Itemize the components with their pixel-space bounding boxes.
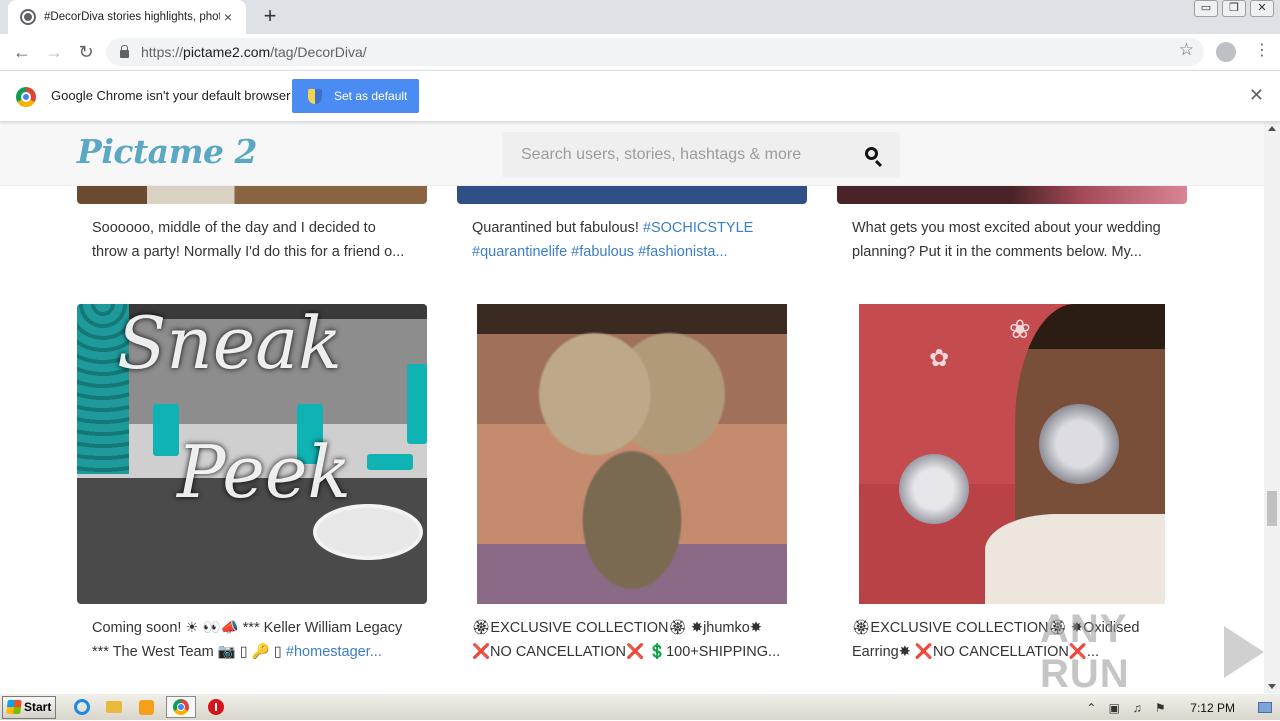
scroll-down-arrow-icon[interactable] [1268,684,1276,689]
set-as-default-button[interactable]: Set as default [292,79,419,113]
post-image[interactable]: Sneak Peek [77,304,427,604]
hashtag-link[interactable]: #homestager... [286,644,382,660]
browser-menu-icon[interactable]: ⋮ [1254,40,1270,60]
play-icon [1224,626,1264,678]
show-desktop-icon[interactable] [1258,702,1272,713]
post-image[interactable]: ✿ ❀ [837,304,1187,604]
media-player-icon [138,699,154,715]
volume-icon[interactable]: ♫ [1130,701,1144,715]
window-controls: ▭ ❐ ✕ [1194,0,1274,17]
scrollbar-thumb[interactable] [1267,491,1277,526]
caption-text: Quarantined but fabulous! [472,220,643,236]
url-scheme: https:// [141,44,184,60]
post-card[interactable]: 🏵EXCLUSIVE COLLECTION🏵 ✸jhumko✸ ❌NO CANC… [457,304,807,664]
search-input[interactable] [502,132,842,178]
earring-shape [899,454,969,524]
image-overlay-text: Sneak Peek [117,304,351,512]
uac-shield-icon [308,88,322,104]
post-card[interactable]: Sneak Peek Coming soon! ☀ 👀📣 *** Keller … [77,304,427,664]
anyrun-watermark: ANY RUN [1040,607,1264,693]
infobar-close-icon[interactable]: ✕ [1249,85,1264,106]
site-logo[interactable]: Pictame 2 [77,132,257,171]
clock[interactable]: 7:12 PM [1190,701,1235,715]
url-path: /tag/DecorDiva/ [270,44,367,60]
search-icon[interactable] [865,147,878,160]
address-bar[interactable]: https://pictame2.com/tag/DecorDiva/ [106,38,1204,66]
earring-shape [1039,404,1119,484]
post-caption: Soooooo, middle of the day and I decided… [77,216,427,264]
set-as-default-label: Set as default [334,89,408,103]
page-scrollbar[interactable] [1264,122,1280,693]
site-search [502,132,900,178]
browser-tab[interactable]: #DecorDiva stories highlights, photo × [8,0,246,34]
restore-button[interactable]: ❐ [1222,0,1246,17]
default-browser-infobar: Google Chrome isn't your default browser… [0,70,1280,122]
network-icon[interactable]: ▣ [1107,701,1121,715]
folder-icon [106,701,122,713]
pictame-favicon-icon [20,9,36,25]
tab-strip: #DecorDiva stories highlights, photo × +… [0,0,1280,34]
back-button[interactable]: ← [10,40,34,64]
bookmark-star-icon[interactable]: ☆ [1179,40,1194,60]
dress-shape [985,514,1165,604]
post-caption: Quarantined but fabulous! #SOCHICSTYLE #… [457,216,807,264]
post-caption: Coming soon! ☀ 👀📣 *** Keller William Leg… [77,616,427,664]
towel-shape [407,364,427,444]
minimize-button[interactable]: ▭ [1194,0,1218,17]
system-tray: ⌃ ▣ ♫ ⚑ 7:12 PM [1084,694,1280,721]
stop-icon [208,699,224,715]
scroll-up-arrow-icon[interactable] [1268,126,1276,131]
caption-text: Soooooo, middle of the day and I decided… [92,220,405,260]
quick-launch [70,696,228,718]
watermark-text: ANY RUN [1040,607,1130,693]
lock-icon [120,44,129,58]
caption-text: 🏵EXCLUSIVE COLLECTION🏵 ✸jhumko✸ ❌NO CANC… [472,620,781,660]
url-host: pictame2.com [183,44,271,60]
page-viewport: Soooooo, middle of the day and I decided… [0,122,1264,693]
windows-logo-icon [6,700,22,714]
reload-button[interactable]: ↻ [74,40,98,64]
stop-taskbar-button[interactable] [204,696,228,718]
forward-button[interactable]: → [42,40,66,64]
chrome-taskbar-button[interactable] [166,696,196,718]
new-tab-button[interactable]: + [258,4,282,28]
profile-avatar-icon[interactable] [1216,42,1236,62]
flower-decor: ❀ [1009,314,1031,344]
flower-decor: ✿ [929,345,950,372]
action-center-flag-icon[interactable]: ⚑ [1153,701,1167,715]
ie-taskbar-button[interactable] [70,696,94,718]
start-button[interactable]: Start [2,695,56,719]
chrome-icon [173,699,189,715]
site-header: Pictame 2 [0,122,1264,186]
post-caption: 🏵EXCLUSIVE COLLECTION🏵 ✸jhumko✸ ❌NO CANC… [457,616,807,664]
post-caption: What gets you most excited about your we… [837,216,1187,264]
tab-title: #DecorDiva stories highlights, photo [44,11,220,23]
ie-icon [74,699,90,715]
taskbar: Start ⌃ ▣ ♫ ⚑ 7:12 PM [0,693,1280,720]
start-label: Start [24,700,52,714]
infobar-message: Google Chrome isn't your default browser [51,88,291,103]
post-image[interactable] [457,304,807,604]
image-overlay-line-1: Sneak [117,304,342,385]
caption-text: What gets you most excited about your we… [852,220,1161,260]
tray-expand-icon[interactable]: ⌃ [1084,701,1098,715]
chrome-logo-icon [16,87,36,107]
explorer-taskbar-button[interactable] [102,696,126,718]
image-overlay-line-2: Peek [177,430,352,515]
tab-close-icon[interactable]: × [220,9,236,25]
browser-toolbar: ← → ↻ https://pictame2.com/tag/DecorDiva… [0,34,1280,70]
window-close-button[interactable]: ✕ [1250,0,1274,17]
media-player-taskbar-button[interactable] [134,696,158,718]
towel-shape [367,454,413,470]
